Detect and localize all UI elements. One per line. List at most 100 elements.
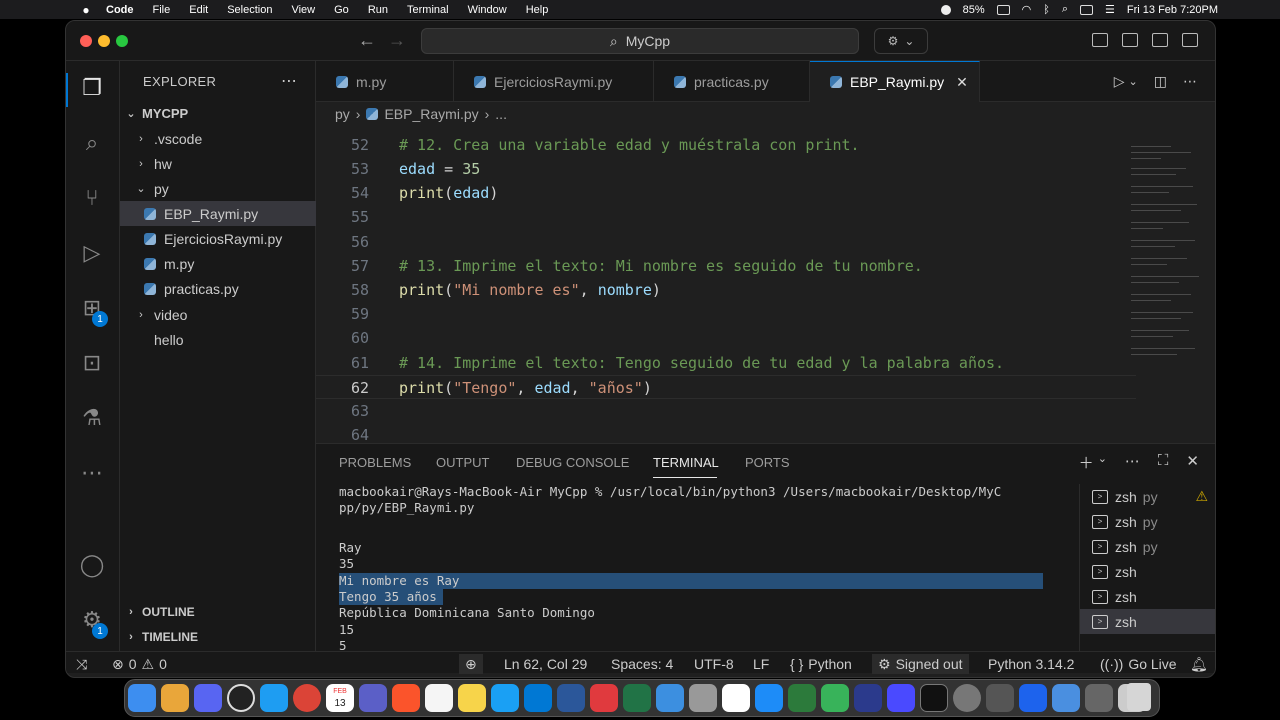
menu-app-name[interactable]: Code (106, 4, 134, 16)
vscode-icon[interactable] (524, 684, 552, 712)
minimize-window-button[interactable] (98, 35, 110, 47)
source-control-icon[interactable]: ⑂ (78, 184, 106, 212)
battery-icon[interactable] (996, 4, 1010, 15)
tree-file-practicas[interactable]: practicas.py (120, 276, 316, 301)
chevron-down-icon[interactable]: ⌄ (1098, 452, 1107, 473)
wifi-icon[interactable]: ◠ (1022, 3, 1032, 16)
menu-file[interactable]: File (153, 4, 171, 16)
tree-folder-vscode[interactable]: › .vscode (120, 126, 316, 151)
acrobat-icon[interactable] (590, 684, 618, 712)
menu-view[interactable]: View (291, 4, 315, 16)
timeline-section[interactable]: › TIMELINE (120, 624, 316, 649)
notes-icon[interactable] (458, 684, 486, 712)
workspace-root[interactable]: ⌄ MYCPP (120, 101, 316, 126)
calendar-icon[interactable]: FEB 13 (326, 684, 354, 712)
terminal-list-item[interactable]: > zsh (1080, 584, 1215, 609)
activity-monitor-icon[interactable] (920, 684, 948, 712)
toggle-panel-icon[interactable] (1152, 33, 1168, 47)
apple-icon[interactable]: ● (80, 3, 92, 17)
copilot-dock-icon[interactable] (656, 684, 684, 712)
docker-icon[interactable] (1019, 684, 1047, 712)
account-status[interactable]: ⚙ Signed out (872, 654, 969, 674)
close-icon[interactable]: ✕ (1186, 452, 1199, 473)
maximize-panel-icon[interactable]: ⛶ (1158, 452, 1169, 473)
close-window-button[interactable] (80, 35, 92, 47)
indentation[interactable]: Spaces: 4 (611, 654, 673, 674)
display-icon[interactable] (1080, 4, 1094, 15)
breadcrumb-file[interactable]: EBP_Raymi.py (384, 106, 478, 122)
tab-debug-console[interactable]: DEBUG CONSOLE (516, 455, 629, 470)
command-center-search[interactable]: ⌕ MyCpp (421, 28, 859, 54)
end-of-line[interactable]: LF (753, 654, 769, 674)
zoom-window-button[interactable] (116, 35, 128, 47)
tree-file-m[interactable]: m.py (120, 251, 316, 276)
word-icon[interactable] (557, 684, 585, 712)
explorer-icon[interactable]: ❐ (78, 74, 106, 102)
terminal-list-item[interactable]: > zsh py ⚠ (1080, 484, 1215, 509)
chrome-icon[interactable] (293, 684, 321, 712)
toggle-secondary-sidebar-icon[interactable] (1182, 33, 1198, 47)
screen-icon[interactable] (1085, 684, 1113, 712)
launchpad-icon[interactable] (161, 684, 189, 712)
back-arrow-icon[interactable]: ← (358, 30, 376, 51)
tab-ejercicios-raymi[interactable]: EjerciciosRaymi.py (454, 61, 654, 102)
notifications-bell-icon[interactable]: 🔔︎ (1190, 654, 1208, 674)
more-actions-icon[interactable]: ⋯ (1125, 452, 1140, 473)
menu-selection[interactable]: Selection (227, 4, 272, 16)
go-live-button[interactable]: ((·)) Go Live (1100, 654, 1177, 674)
run-debug-icon[interactable]: ▷ (78, 239, 106, 267)
toggle-sidebar-icon[interactable] (1092, 33, 1108, 47)
record-icon[interactable] (940, 4, 951, 15)
tree-folder-py[interactable]: ⌄ py (120, 176, 316, 201)
chevron-down-icon[interactable]: ⌄ (1129, 75, 1138, 88)
terminal-list-item[interactable]: > zsh py (1080, 509, 1215, 534)
forward-arrow-icon[interactable]: → (388, 30, 406, 51)
language-mode[interactable]: { } Python (790, 654, 852, 674)
menu-terminal[interactable]: Terminal (407, 4, 449, 16)
tree-file-ebp-raymi[interactable]: EBP_Raymi.py (120, 201, 316, 226)
tree-folder-hw[interactable]: › hw (120, 151, 316, 176)
tree-file-hello[interactable]: hello (120, 327, 316, 352)
tab-practicas[interactable]: practicas.py (654, 61, 810, 102)
breadcrumb-folder[interactable]: py (335, 106, 350, 122)
app-store-icon[interactable] (755, 684, 783, 712)
copilot-button[interactable]: ⚙ ⌄ (874, 28, 928, 54)
excel-alt-icon[interactable] (788, 684, 816, 712)
remote-icon[interactable]: ⤨ (76, 654, 87, 674)
encoding[interactable]: UTF-8 (694, 654, 734, 674)
discord-icon[interactable] (194, 684, 222, 712)
close-icon[interactable]: ✕ (956, 74, 968, 91)
utility-icon[interactable] (986, 684, 1014, 712)
finder-blue-icon[interactable] (491, 684, 519, 712)
more-actions-icon[interactable]: ⋯ (1183, 73, 1197, 90)
menu-window[interactable]: Window (468, 4, 507, 16)
reminders-list-icon[interactable] (722, 684, 750, 712)
downloads-icon[interactable] (1127, 683, 1151, 711)
reminders-icon[interactable] (425, 684, 453, 712)
run-python-icon[interactable]: ▷ (1114, 73, 1125, 90)
terminal-list-item-active[interactable]: > zsh (1080, 609, 1215, 634)
spotlight-icon[interactable]: ⌕ (1062, 3, 1068, 16)
remote-explorer-icon[interactable]: ⊡ (78, 349, 106, 377)
finder-icon[interactable] (128, 684, 156, 712)
minimap[interactable] (1131, 146, 1211, 366)
chatgpt-icon[interactable] (227, 684, 255, 712)
search-icon[interactable]: ⌕ (78, 129, 106, 157)
system-settings-icon[interactable] (953, 684, 981, 712)
tab-ebp-raymi[interactable]: EBP_Raymi.py ✕ (810, 61, 980, 102)
tab-output[interactable]: OUTPUT (436, 455, 489, 470)
code-editor[interactable]: 52 # 12. Crea una variable edad y muéstra… (316, 129, 1215, 443)
tree-file-ejercicios-raymi[interactable]: EjerciciosRaymi.py (120, 226, 316, 251)
tab-ports[interactable]: PORTS (745, 455, 790, 470)
more-actions-icon[interactable]: ⋯ (281, 71, 297, 91)
terminal-list-item[interactable]: > zsh py (1080, 534, 1215, 559)
outline-section[interactable]: › OUTLINE (120, 599, 316, 624)
tree-folder-video[interactable]: › video (120, 302, 316, 327)
proton-icon[interactable] (854, 684, 882, 712)
teams-icon[interactable] (359, 684, 387, 712)
toggle-primary-sidebar-icon[interactable] (1122, 33, 1138, 47)
menu-go[interactable]: Go (334, 4, 349, 16)
breadcrumb-symbols[interactable]: ... (495, 106, 507, 122)
zoom-icon[interactable]: ⊕ (459, 654, 483, 674)
tab-m-py[interactable]: m.py (316, 61, 454, 102)
